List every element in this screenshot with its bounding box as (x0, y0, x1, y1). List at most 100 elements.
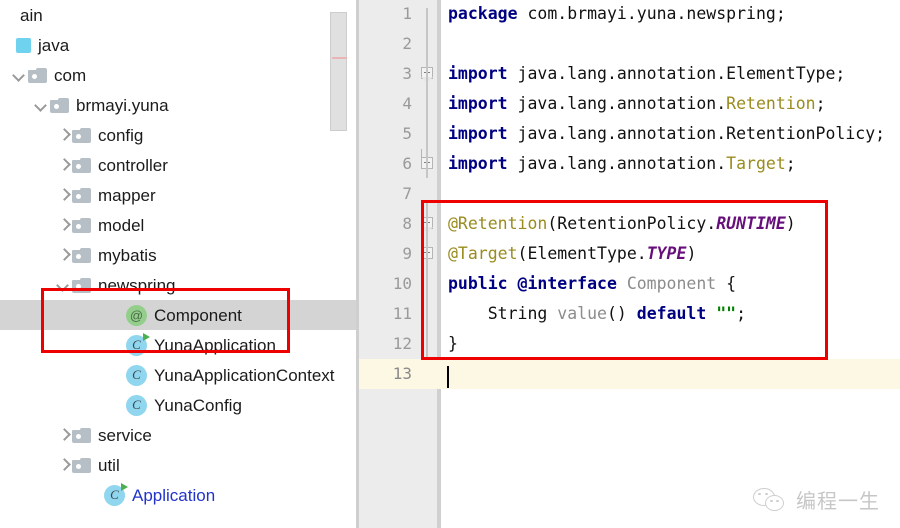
tree-scrollbar-thumb[interactable] (330, 12, 347, 131)
tree-item-service[interactable]: service (0, 420, 356, 450)
line-number: 3 (402, 64, 412, 83)
tree-item-label: config (98, 125, 144, 145)
class-icon: C (126, 394, 147, 416)
code-token: java.lang.annotation.RetentionPolicy; (517, 124, 886, 143)
text-caret (447, 366, 449, 388)
editor-line[interactable]: 11 String value() default ""; (359, 299, 900, 329)
editor-line[interactable]: 6 import java.lang.annotation.Target; (359, 149, 900, 179)
code-line-text[interactable]: import java.lang.annotation.Target; (448, 149, 796, 179)
editor-line[interactable]: 5 import java.lang.annotation.RetentionPo… (359, 119, 900, 149)
folder-icon (72, 277, 91, 293)
tree-item-label: ain (20, 5, 43, 25)
watermark-text: 编程一生 (796, 489, 880, 513)
tree-item-component[interactable]: @ Component (0, 300, 356, 330)
chevron-right-icon[interactable] (56, 217, 72, 233)
tree-item-config[interactable]: config (0, 120, 356, 150)
editor-line[interactable]: 4 import java.lang.annotation.Retention; (359, 89, 900, 119)
project-tree-list[interactable]: ain java com brmayi.yuna config controller map… (0, 0, 356, 510)
editor-line[interactable]: 13 (359, 359, 900, 389)
tree-item-label: newspring (98, 275, 176, 295)
code-line-text[interactable]: import java.lang.annotation.Retention; (448, 89, 826, 119)
code-line-text[interactable]: @Target(ElementType.TYPE) (448, 239, 696, 269)
code-token: Target (726, 154, 786, 173)
editor-line[interactable]: 2 (359, 29, 900, 59)
tree-item-yunaconfig[interactable]: C YunaConfig (0, 390, 356, 420)
code-token: import (448, 124, 518, 143)
code-token: } (448, 334, 458, 353)
tree-item-controller[interactable]: controller (0, 150, 356, 180)
tree-item-mapper[interactable]: mapper (0, 180, 356, 210)
code-token: { (716, 274, 737, 293)
code-line-text[interactable]: import java.lang.annotation.ElementType; (448, 59, 845, 89)
code-token: ; (736, 304, 747, 323)
tree-item-newspring[interactable]: newspring (0, 270, 356, 300)
tree-item-label: brmayi.yuna (76, 95, 169, 115)
editor-line[interactable]: 3 import java.lang.annotation.ElementType… (359, 59, 900, 89)
tree-item-model[interactable]: model (0, 210, 356, 240)
code-token: com.brmayi.yuna.newspring; (527, 4, 786, 23)
folder-icon (72, 427, 91, 443)
code-line-text[interactable]: package com.brmayi.yuna.newspring; (448, 0, 786, 29)
code-line-text[interactable]: import java.lang.annotation.RetentionPol… (448, 119, 885, 149)
tree-item-util[interactable]: util (0, 450, 356, 480)
code-line-text[interactable]: String value() default ""; (448, 299, 746, 329)
tree-item-yunaapplication[interactable]: C YunaApplication (0, 330, 356, 360)
tree-item-brmayi-yuna[interactable]: brmayi.yuna (0, 90, 356, 120)
project-tree-panel[interactable]: ain java com brmayi.yuna config controller map… (0, 0, 356, 528)
tree-item-application[interactable]: C Application (0, 480, 356, 510)
code-line-text[interactable]: @Retention(RetentionPolicy.RUNTIME) (448, 209, 796, 239)
code-token: value (557, 304, 607, 323)
code-token: (ElementType. (517, 244, 647, 263)
line-number: 10 (392, 274, 412, 293)
chevron-right-icon[interactable] (56, 457, 72, 473)
editor-line[interactable]: 9 @Target(ElementType.TYPE) (359, 239, 900, 269)
chevron-down-icon[interactable] (12, 67, 28, 83)
tree-item-ain[interactable]: ain (0, 0, 356, 30)
tree-item-mybatis[interactable]: mybatis (0, 240, 356, 270)
code-token: Component (626, 274, 717, 293)
run-arrow-icon (143, 332, 150, 341)
tree-item-com[interactable]: com (0, 60, 356, 90)
wechat-icon (753, 487, 787, 513)
tree-error-stripe-marker (332, 57, 347, 59)
line-number: 2 (402, 34, 412, 53)
editor-line[interactable]: 10 public @interface Component { (359, 269, 900, 299)
chevron-right-icon[interactable] (56, 157, 72, 173)
annotation-icon: @ (126, 304, 147, 326)
code-token: package (448, 4, 528, 23)
folder-icon (72, 457, 91, 473)
editor-line[interactable]: 1 package com.brmayi.yuna.newspring; (359, 0, 900, 29)
code-token: import (448, 154, 518, 173)
chevron-down-icon[interactable] (34, 97, 50, 113)
chevron-right-icon[interactable] (56, 247, 72, 263)
code-line-text[interactable]: public @interface Component { (448, 269, 736, 299)
code-token: java.lang.annotation.ElementType; (517, 64, 846, 83)
code-editor-panel[interactable]: 1 package com.brmayi.yuna.newspring; 2 3 imp… (359, 0, 900, 528)
folder-icon (72, 187, 91, 203)
editor-line[interactable]: 12} (359, 329, 900, 359)
chevron-right-icon[interactable] (56, 127, 72, 143)
editor-line[interactable]: 8 @Retention(RetentionPolicy.RUNTIME) (359, 209, 900, 239)
tree-item-label: java (38, 35, 70, 55)
code-token: RUNTIME (716, 214, 786, 233)
code-token: "" (716, 304, 737, 323)
code-token: ; (785, 154, 796, 173)
tree-item-yunaapplicationcontext[interactable]: C YunaApplicationContext (0, 360, 356, 390)
tree-item-java[interactable]: java (0, 30, 356, 60)
code-line-text[interactable]: } (448, 329, 458, 359)
chevron-right-icon[interactable] (56, 187, 72, 203)
chevron-down-icon[interactable] (56, 277, 72, 293)
chevron-right-icon[interactable] (56, 427, 72, 443)
tree-item-label: Component (154, 305, 242, 325)
class-run-icon: C (126, 332, 150, 356)
editor-line[interactable]: 7 (359, 179, 900, 209)
